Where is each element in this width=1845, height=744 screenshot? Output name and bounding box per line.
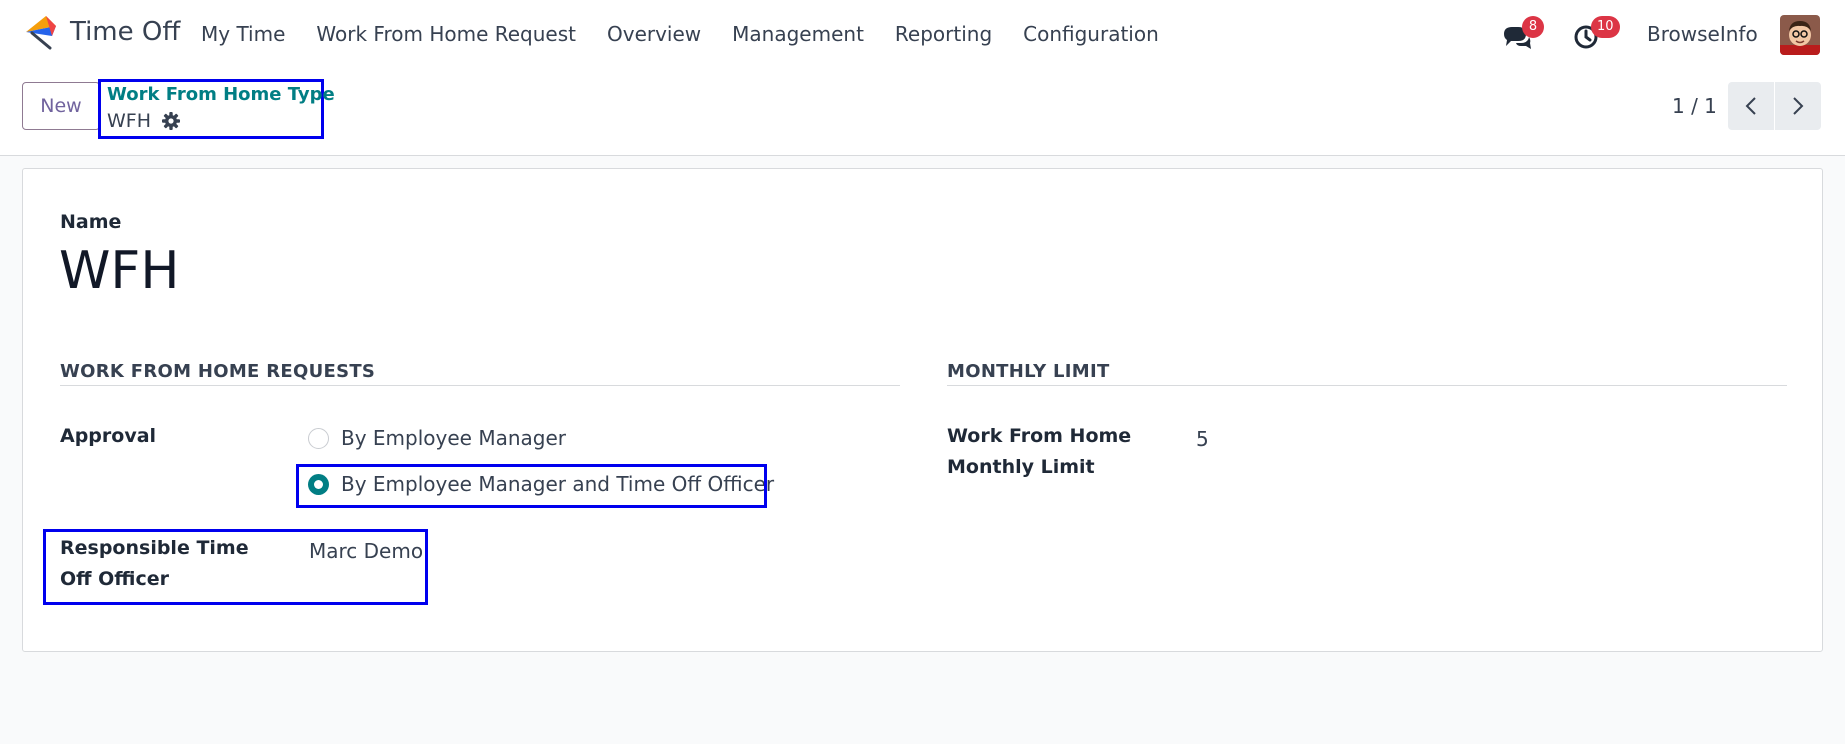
radio-button[interactable] [308,427,329,449]
menu-configuration[interactable]: Configuration [1023,22,1159,46]
name-label: Name [60,211,122,233]
section-title-limit: MONTHLY LIMIT [947,361,1110,382]
gear-icon[interactable] [161,111,181,131]
approval-label: Approval [60,425,157,447]
messages-button[interactable]: 8 [1502,14,1544,54]
pager-value[interactable]: 1 / 1 [1672,94,1717,118]
highlight-box [43,529,428,605]
menu-reporting[interactable]: Reporting [895,22,992,46]
menu-work-from-home-request[interactable]: Work From Home Request [316,22,576,46]
app-name[interactable]: Time Off [70,17,180,47]
monthly-limit-label: Work From Home Monthly Limit [947,425,1132,478]
previous-record-button[interactable] [1728,82,1774,130]
messages-badge: 8 [1522,16,1544,38]
section-title-requests: WORK FROM HOME REQUESTS [60,361,376,382]
section-divider [60,385,900,386]
company-switcher[interactable]: BrowseInfo [1647,22,1758,46]
breadcrumb-current: WFH [107,110,152,132]
activities-button[interactable]: 10 [1571,14,1620,54]
menu-my-time[interactable]: My Time [201,22,285,46]
menu-management[interactable]: Management [732,22,864,46]
chevron-left-icon [1745,97,1756,115]
breadcrumb-parent-link[interactable]: Work From Home Type [107,84,335,105]
control-panel: New Work From Home Type WFH 1 / 1 [0,70,1845,156]
top-navbar: Time Off My Time Work From Home Request … [0,0,1845,70]
menu-overview[interactable]: Overview [607,22,701,46]
form-sheet: Name WFH WORK FROM HOME REQUESTS MONTHLY… [22,168,1823,652]
activities-badge: 10 [1591,16,1620,38]
section-divider [947,385,1787,386]
user-avatar[interactable] [1780,15,1820,55]
time-off-app-icon[interactable] [22,14,60,52]
new-button[interactable]: New [22,82,100,130]
radio-label: By Employee Manager [341,426,566,450]
avatar-image [1780,15,1820,55]
breadcrumb: Work From Home Type WFH [98,79,335,139]
radio-option-employee-manager[interactable]: By Employee Manager [308,423,566,453]
name-field[interactable]: WFH [59,241,179,301]
chevron-right-icon [1793,97,1804,115]
main-menu: My Time Work From Home Request Overview … [201,22,1159,46]
highlight-box [296,464,767,508]
monthly-limit-field[interactable]: 5 [1196,427,1209,451]
next-record-button[interactable] [1775,82,1821,130]
